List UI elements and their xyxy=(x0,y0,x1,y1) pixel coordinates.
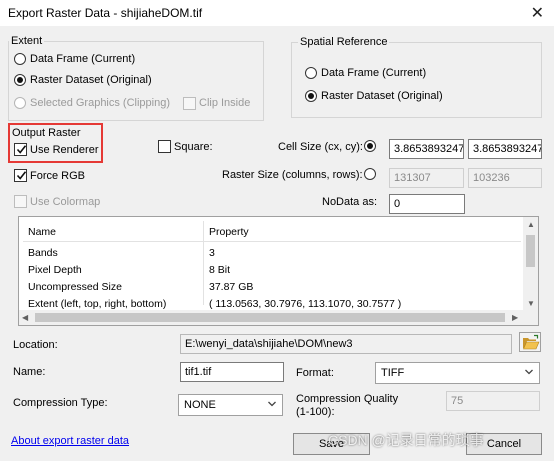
location-label: Location: xyxy=(13,339,58,351)
scroll-down-icon[interactable]: ▼ xyxy=(527,299,535,308)
property-row: Bands 3 xyxy=(28,247,215,259)
compression-quality-label: Compression Quality xyxy=(296,393,399,405)
sr-data-frame-radio[interactable] xyxy=(305,67,317,79)
name-input[interactable]: tif1.tif xyxy=(180,362,284,382)
about-export-link[interactable]: About export raster data xyxy=(11,435,129,447)
force-rgb-checkbox[interactable] xyxy=(14,169,27,182)
format-select[interactable]: TIFF xyxy=(375,362,540,384)
header-divider xyxy=(23,241,521,242)
compression-quality-input[interactable]: 75 xyxy=(446,391,540,411)
compression-type-select[interactable]: NONE xyxy=(178,394,283,416)
close-icon[interactable]: ✕ xyxy=(531,3,544,23)
clip-inside-checkbox[interactable] xyxy=(183,97,196,110)
rows-input[interactable]: 103236 xyxy=(468,168,542,188)
spatial-reference-group xyxy=(291,42,542,118)
extent-group-label: Extent xyxy=(9,35,45,47)
scroll-right-icon[interactable]: ▶ xyxy=(512,313,518,322)
location-input[interactable]: E:\wenyi_data\shijiahe\DOM\new3 xyxy=(180,334,512,354)
vertical-scrollbar[interactable]: ▲ ▼ xyxy=(523,217,538,311)
window-title: Export Raster Data - shijiaheDOM.tif xyxy=(8,6,203,20)
export-raster-dialog: Export Raster Data - shijiaheDOM.tif ✕ E… xyxy=(0,0,554,461)
raster-size-label: Raster Size (columns, rows): xyxy=(222,169,363,181)
horizontal-scrollbar[interactable]: ◀ ▶ xyxy=(19,310,524,325)
title-bar: Export Raster Data - shijiaheDOM.tif ✕ xyxy=(0,0,554,26)
chevron-down-icon xyxy=(525,369,533,375)
property-list: Name Property Bands 3 Pixel Depth 8 Bit … xyxy=(18,216,539,326)
scroll-corner xyxy=(523,310,538,325)
output-raster-label: Output Raster xyxy=(12,127,81,139)
cell-cx-input[interactable]: 3.865389324711 xyxy=(389,139,464,159)
clip-inside-label: Clip Inside xyxy=(199,97,251,109)
compression-type-value: NONE xyxy=(184,399,216,411)
compression-type-label: Compression Type: xyxy=(13,397,108,409)
sr-data-frame-label: Data Frame (Current) xyxy=(321,67,427,79)
format-label: Format: xyxy=(296,367,334,379)
nodata-label: NoData as: xyxy=(322,196,378,208)
nodata-input[interactable]: 0 xyxy=(389,194,465,214)
square-label: Square: xyxy=(174,141,213,153)
extent-raster-dataset-label: Raster Dataset (Original) xyxy=(30,74,152,86)
format-value: TIFF xyxy=(381,367,405,379)
compression-quality-range: (1-100): xyxy=(296,406,335,418)
use-colormap-label: Use Colormap xyxy=(30,196,101,208)
use-renderer-label: Use Renderer xyxy=(30,144,99,156)
property-row: Uncompressed Size 37.87 GB xyxy=(28,281,254,293)
cell-size-radio[interactable] xyxy=(364,140,376,152)
chevron-down-icon xyxy=(268,401,276,407)
property-column-header: Property xyxy=(209,226,249,238)
scroll-left-icon[interactable]: ◀ xyxy=(22,313,28,322)
folder-open-icon xyxy=(523,334,540,350)
force-rgb-label: Force RGB xyxy=(30,170,86,182)
extent-selected-graphics-radio[interactable] xyxy=(14,97,26,109)
square-checkbox[interactable] xyxy=(158,140,171,153)
scroll-up-icon[interactable]: ▲ xyxy=(527,220,535,229)
columns-input[interactable]: 131307 xyxy=(389,168,464,188)
horizontal-scroll-thumb[interactable] xyxy=(35,313,505,322)
sr-raster-dataset-radio[interactable] xyxy=(305,90,317,102)
property-row: Pixel Depth 8 Bit xyxy=(28,264,231,276)
watermark: CSDN @记录日常的琐事 xyxy=(328,432,484,448)
property-header-row: Name Property xyxy=(19,224,524,241)
use-colormap-checkbox[interactable] xyxy=(14,195,27,208)
extent-selected-graphics-label: Selected Graphics (Clipping) xyxy=(30,97,171,109)
cell-size-label: Cell Size (cx, cy): xyxy=(278,141,363,153)
checkmark-icon xyxy=(16,145,27,154)
vertical-scroll-thumb[interactable] xyxy=(526,235,535,267)
raster-size-radio[interactable] xyxy=(364,168,376,180)
extent-data-frame-radio[interactable] xyxy=(14,53,26,65)
extent-raster-dataset-radio[interactable] xyxy=(14,74,26,86)
checkmark-icon xyxy=(16,171,27,180)
sr-raster-dataset-label: Raster Dataset (Original) xyxy=(321,90,443,102)
extent-data-frame-label: Data Frame (Current) xyxy=(30,53,136,65)
name-label: Name: xyxy=(13,366,46,378)
use-renderer-checkbox[interactable] xyxy=(14,143,27,156)
spatial-reference-label: Spatial Reference xyxy=(298,36,390,48)
cell-cy-input[interactable]: 3.865389324711 xyxy=(468,139,542,159)
browse-folder-button[interactable] xyxy=(519,332,541,352)
name-column-header: Name xyxy=(28,226,57,238)
